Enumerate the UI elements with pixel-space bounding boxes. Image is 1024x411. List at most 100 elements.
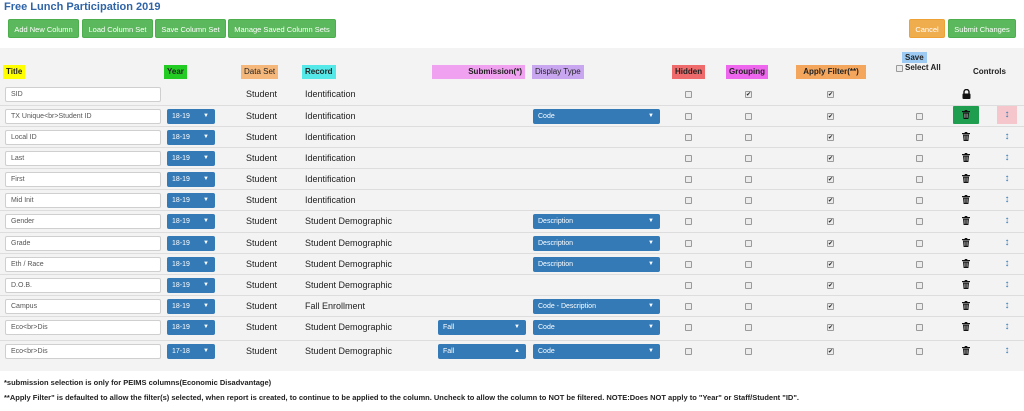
title-input[interactable]: Local ID [5,130,161,145]
hidden-checkbox[interactable] [685,240,692,247]
year-select[interactable]: 18-19 ▼ [167,109,215,124]
year-select[interactable]: 18-19 ▼ [167,278,215,293]
title-input[interactable]: Eco<br>Dis [5,320,161,335]
display-type-select[interactable]: Description ▼ [533,257,660,272]
trash-icon[interactable] [958,130,974,144]
grouping-checkbox[interactable] [745,197,752,204]
save-checkbox[interactable] [916,176,923,183]
save-checkbox[interactable] [916,197,923,204]
grouping-checkbox[interactable] [745,134,752,141]
apply-filter-checkbox[interactable] [827,197,834,204]
title-input[interactable]: Campus [5,299,161,314]
grouping-checkbox[interactable] [745,218,752,225]
hidden-checkbox[interactable] [685,303,692,310]
display-type-select[interactable]: Code ▼ [533,344,660,359]
add-new-column-button[interactable]: Add New Column [8,19,79,38]
save-checkbox[interactable] [916,218,923,225]
hidden-checkbox[interactable] [685,134,692,141]
move-icon[interactable]: ↕ [999,344,1015,358]
apply-filter-checkbox[interactable] [827,155,834,162]
move-icon[interactable]: ↕ [999,214,1015,228]
save-checkbox[interactable] [916,348,923,355]
save-checkbox[interactable] [916,261,923,268]
title-input[interactable]: D.O.B. [5,278,161,293]
move-icon[interactable]: ↕ [999,236,1015,250]
load-column-set-button[interactable]: Load Column Set [82,19,153,38]
save-checkbox[interactable] [916,282,923,289]
move-icon[interactable]: ↕ [999,320,1015,334]
display-type-select[interactable]: Description ▼ [533,236,660,251]
move-icon[interactable]: ↕ [999,299,1015,313]
year-select[interactable]: 18-19 ▼ [167,320,215,335]
hidden-checkbox[interactable] [685,348,692,355]
trash-icon[interactable] [958,193,974,207]
apply-filter-checkbox[interactable] [827,282,834,289]
trash-icon[interactable] [958,257,974,271]
cancel-button[interactable]: Cancel [909,19,945,38]
apply-filter-checkbox[interactable] [827,348,834,355]
hidden-checkbox[interactable] [685,113,692,120]
title-input[interactable]: Eco<br>Dis [5,344,161,359]
save-column-set-button[interactable]: Save Column Set [155,19,226,38]
display-type-select[interactable]: Code ▼ [533,320,660,335]
year-select[interactable]: 18-19 ▼ [167,257,215,272]
year-select[interactable]: 18-19 ▼ [167,130,215,145]
grouping-checkbox[interactable] [745,303,752,310]
display-type-select[interactable]: Code - Description ▼ [533,299,660,314]
move-icon[interactable]: ↕ [999,193,1015,207]
trash-icon[interactable] [958,214,974,228]
trash-icon[interactable] [958,278,974,292]
move-icon[interactable]: ↕ [999,278,1015,292]
submit-changes-button[interactable]: Submit Changes [948,19,1016,38]
delete-button[interactable] [953,106,979,124]
title-input[interactable]: Gender [5,214,161,229]
trash-icon[interactable] [958,320,974,334]
apply-filter-checkbox[interactable] [827,218,834,225]
trash-icon[interactable] [958,299,974,313]
move-icon[interactable]: ↕ [999,257,1015,271]
move-icon[interactable]: ↕ [999,172,1015,186]
grouping-checkbox[interactable] [745,113,752,120]
hidden-checkbox[interactable] [685,91,692,98]
year-select[interactable]: 18-19 ▼ [167,299,215,314]
year-select[interactable]: 18-19 ▼ [167,214,215,229]
apply-filter-checkbox[interactable] [827,176,834,183]
apply-filter-checkbox[interactable] [827,303,834,310]
grouping-checkbox[interactable] [745,240,752,247]
save-checkbox[interactable] [916,113,923,120]
trash-icon[interactable] [958,151,974,165]
move-icon[interactable]: ↕ [999,151,1015,165]
hidden-checkbox[interactable] [685,155,692,162]
trash-icon[interactable] [958,344,974,358]
grouping-checkbox[interactable] [745,155,752,162]
submission-select[interactable]: Fall ▼ [438,320,526,335]
grouping-checkbox[interactable] [745,176,752,183]
apply-filter-checkbox[interactable] [827,113,834,120]
save-checkbox[interactable] [916,134,923,141]
hidden-checkbox[interactable] [685,324,692,331]
title-input[interactable]: SID [5,87,161,102]
save-checkbox[interactable] [916,303,923,310]
save-checkbox[interactable] [916,240,923,247]
grouping-checkbox[interactable] [745,324,752,331]
grouping-checkbox[interactable] [745,348,752,355]
hidden-checkbox[interactable] [685,261,692,268]
manage-saved-column-sets-button[interactable]: Manage Saved Column Sets [228,19,336,38]
apply-filter-checkbox[interactable] [827,324,834,331]
hidden-checkbox[interactable] [685,197,692,204]
trash-icon[interactable] [958,172,974,186]
year-select[interactable]: 17-18 ▼ [167,344,215,359]
title-input[interactable]: Last [5,151,161,166]
year-select[interactable]: 18-19 ▼ [167,193,215,208]
save-checkbox[interactable] [916,324,923,331]
year-select[interactable]: 18-19 ▼ [167,151,215,166]
move-icon[interactable]: ↕ [999,130,1015,144]
title-input[interactable]: First [5,172,161,187]
grouping-checkbox[interactable] [745,261,752,268]
apply-filter-checkbox[interactable] [827,240,834,247]
apply-filter-checkbox[interactable] [827,134,834,141]
grouping-checkbox[interactable] [745,91,752,98]
year-select[interactable]: 18-19 ▼ [167,236,215,251]
trash-icon[interactable] [958,236,974,250]
title-input[interactable]: Eth / Race [5,257,161,272]
